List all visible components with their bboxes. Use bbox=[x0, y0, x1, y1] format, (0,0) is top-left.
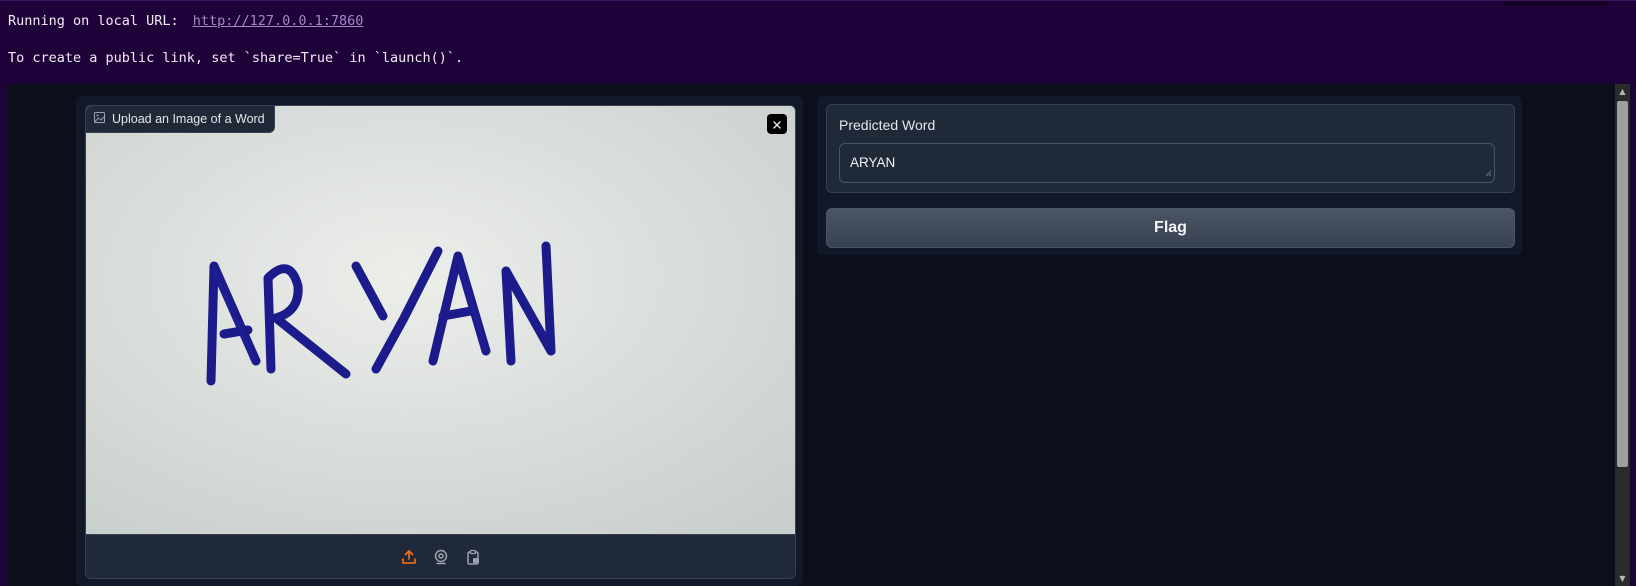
handwritten-word-image bbox=[86, 106, 795, 534]
local-url-link[interactable]: http://127.0.0.1:7860 bbox=[193, 13, 364, 29]
clipboard-icon bbox=[466, 549, 479, 565]
scrollbar-thumb[interactable] bbox=[1617, 101, 1628, 467]
image-source-bar bbox=[86, 534, 795, 578]
terminal-output: Running on local URL: http://127.0.0.1:78… bbox=[0, 0, 1636, 85]
uploaded-image bbox=[86, 106, 795, 534]
image-input[interactable]: Upload an Image of a Word bbox=[85, 105, 796, 579]
webcam-source-button[interactable] bbox=[430, 546, 452, 568]
image-icon bbox=[94, 112, 105, 126]
input-panel: Upload an Image of a Word bbox=[76, 96, 803, 586]
image-input-title: Upload an Image of a Word bbox=[112, 112, 265, 126]
output-panel: Predicted Word ARYAN Flag bbox=[817, 96, 1522, 255]
flag-button[interactable]: Flag bbox=[826, 208, 1515, 248]
resize-grip-icon[interactable] bbox=[1485, 165, 1492, 180]
predicted-word-value: ARYAN bbox=[850, 155, 896, 170]
clear-image-button[interactable] bbox=[767, 114, 787, 134]
clipboard-source-button[interactable] bbox=[462, 546, 484, 568]
local-url-line: Running on local URL: http://127.0.0.1:78… bbox=[8, 13, 363, 29]
gradio-app: Upload an Image of a Word Predicted Word… bbox=[8, 84, 1616, 586]
predicted-word-textbox[interactable]: ARYAN bbox=[839, 143, 1495, 183]
predicted-word-label: Predicted Word bbox=[839, 117, 936, 133]
image-input-label: Upload an Image of a Word bbox=[86, 106, 275, 133]
window-edge bbox=[1504, 1, 1608, 5]
upload-icon bbox=[401, 550, 416, 564]
scroll-up-arrow-icon[interactable]: ▲ bbox=[1615, 84, 1630, 99]
predicted-word-block: Predicted Word ARYAN bbox=[826, 104, 1515, 193]
upload-source-button[interactable] bbox=[398, 546, 420, 568]
share-hint: To create a public link, set `share=True… bbox=[8, 50, 464, 66]
local-url-label: Running on local URL: bbox=[8, 13, 179, 29]
page-scrollbar[interactable]: ▲ ▼ bbox=[1615, 84, 1630, 586]
close-icon bbox=[772, 115, 782, 134]
scroll-down-arrow-icon[interactable]: ▼ bbox=[1615, 571, 1630, 586]
webcam-icon bbox=[434, 549, 447, 565]
